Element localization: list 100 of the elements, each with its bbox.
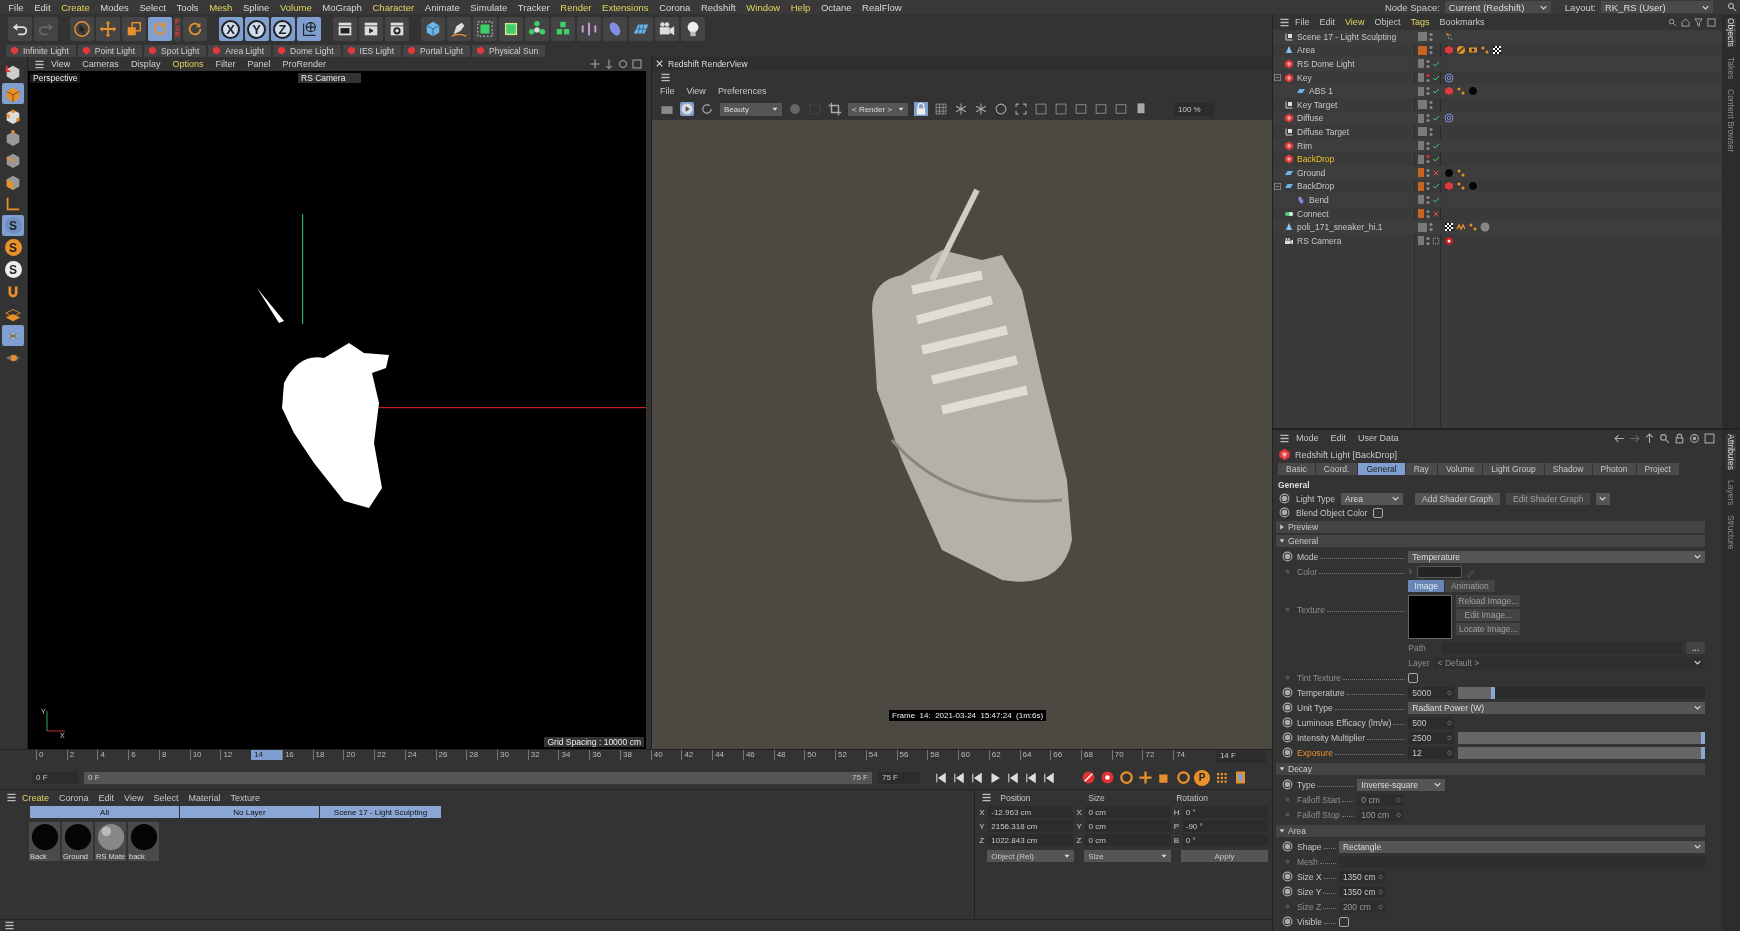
- menu-item[interactable]: Edit: [28, 1, 56, 13]
- menu-item[interactable]: Volume: [274, 1, 317, 13]
- material-menu-item[interactable]: Edit: [93, 793, 120, 803]
- attribute-tab[interactable]: Coord.: [1315, 463, 1358, 475]
- light-preset-button[interactable]: IES Light: [342, 44, 401, 57]
- viewport-menu-item[interactable]: Display: [124, 59, 167, 69]
- attribute-tab[interactable]: Ray: [1405, 463, 1437, 475]
- render-view-menu-item[interactable]: File: [660, 86, 681, 96]
- start-frame-field[interactable]: 0 F: [32, 771, 78, 784]
- shader-graph-button[interactable]: Add Shader Graph: [1415, 492, 1500, 505]
- menu-item[interactable]: MoGraph: [317, 1, 368, 13]
- number-field[interactable]: 1350 cm: [1338, 870, 1385, 883]
- object-menu-item[interactable]: View: [1340, 17, 1370, 27]
- group-header[interactable]: General: [1276, 535, 1705, 547]
- object-menu-item[interactable]: Edit: [1314, 17, 1341, 27]
- light-preset-button[interactable]: Physical Sun: [472, 44, 546, 57]
- coordinate-field[interactable]: 0 °: [1182, 806, 1268, 819]
- menu-item[interactable]: Tools: [171, 1, 204, 13]
- attribute-tab[interactable]: Light Group: [1483, 463, 1544, 475]
- menu-item[interactable]: Redshift: [695, 1, 742, 13]
- material-menu-item[interactable]: Corona: [54, 793, 94, 803]
- key-pla-button[interactable]: P: [1194, 769, 1210, 786]
- aov-dropdown[interactable]: Beauty: [720, 102, 782, 116]
- object-name[interactable]: BackDrop: [1297, 181, 1335, 192]
- group-header[interactable]: Decay: [1276, 763, 1705, 775]
- object-name[interactable]: RS Dome Light: [1297, 59, 1355, 69]
- material-menu-item[interactable]: Material: [183, 793, 226, 803]
- material-menu-item[interactable]: View: [119, 793, 149, 803]
- side-tab[interactable]: Attributes: [1726, 434, 1736, 470]
- coordinate-field[interactable]: 0 cm: [1085, 806, 1171, 819]
- object-menu-item[interactable]: Object: [1369, 17, 1406, 27]
- object-name[interactable]: Diffuse Target: [1297, 126, 1350, 137]
- axis-lock-button[interactable]: X: [218, 17, 243, 41]
- menu-item[interactable]: File: [3, 1, 29, 13]
- object-name[interactable]: Key: [1297, 72, 1312, 83]
- object-name[interactable]: Diffuse: [1297, 113, 1324, 124]
- snap-button[interactable]: S: [2, 215, 24, 236]
- layer-filter-tab[interactable]: Scene 17 - Light Sculpting: [320, 806, 442, 819]
- viewport-menu-item[interactable]: Filter: [209, 59, 242, 69]
- attribute-tab[interactable]: Photon: [1592, 463, 1636, 475]
- object-name[interactable]: ABS 1: [1309, 86, 1334, 97]
- menu-item[interactable]: Mesh: [203, 1, 238, 13]
- object-name[interactable]: Connect: [1297, 208, 1329, 219]
- menu-item[interactable]: Render: [555, 1, 597, 13]
- viewport-menu-item[interactable]: ProRender: [276, 59, 332, 69]
- side-tab[interactable]: Layers: [1726, 479, 1736, 506]
- number-field[interactable]: 12: [1408, 746, 1455, 759]
- object-name[interactable]: RS Camera: [1297, 235, 1342, 246]
- attributes-menu-item[interactable]: Mode: [1290, 433, 1325, 443]
- object-menu-item[interactable]: Tags: [1405, 17, 1435, 27]
- menu-item[interactable]: RealFlow: [856, 1, 907, 13]
- menu-item[interactable]: Character: [367, 1, 420, 13]
- number-field[interactable]: 5000: [1408, 686, 1455, 699]
- object-menu-item[interactable]: Bookmarks: [1434, 17, 1490, 27]
- mode-dropdown[interactable]: Object (Rel): [987, 850, 1075, 863]
- axis-lock-button[interactable]: Y: [244, 17, 269, 41]
- menu-item[interactable]: Animate: [419, 1, 465, 13]
- menu-item[interactable]: Create: [55, 1, 95, 13]
- group-header[interactable]: Preview: [1276, 521, 1705, 533]
- layer-filter-tab[interactable]: No Layer: [180, 806, 320, 819]
- menu-item[interactable]: Select: [134, 1, 172, 13]
- light-preset-button[interactable]: Spot Light: [144, 44, 207, 57]
- current-frame-field[interactable]: 14 F: [1215, 750, 1266, 763]
- menu-item[interactable]: Extensions: [596, 1, 654, 13]
- light-type-dropdown[interactable]: Area: [1341, 492, 1404, 505]
- material-menu-item[interactable]: Select: [148, 793, 184, 803]
- coordinate-field[interactable]: -90 °: [1182, 820, 1268, 833]
- object-name[interactable]: Area: [1297, 45, 1315, 56]
- mode-dropdown[interactable]: Size: [1084, 850, 1172, 863]
- attribute-tab[interactable]: Basic: [1278, 463, 1315, 475]
- group-header[interactable]: Area: [1276, 825, 1705, 837]
- render-view-menu-item[interactable]: View: [686, 86, 712, 96]
- light-preset-button[interactable]: Portal Light: [403, 44, 470, 57]
- coordinate-field[interactable]: 0 cm: [1085, 834, 1171, 847]
- light-preset-button[interactable]: Point Light: [77, 44, 142, 57]
- object-name[interactable]: Bend: [1309, 194, 1329, 205]
- viewport-menu-item[interactable]: Cameras: [76, 59, 125, 69]
- object-menu-item[interactable]: File: [1290, 17, 1315, 27]
- object-name[interactable]: Rim: [1297, 140, 1313, 151]
- viewport-menu-item[interactable]: Panel: [241, 59, 277, 69]
- layout-dropdown[interactable]: RK_RS (User): [1601, 1, 1713, 13]
- menu-item[interactable]: Simulate: [464, 1, 513, 13]
- material-menu-item[interactable]: Texture: [225, 793, 265, 803]
- viewport-menu-item[interactable]: Options: [166, 59, 210, 69]
- viewport-menu-item[interactable]: View: [45, 59, 77, 69]
- apply-button[interactable]: Apply: [1181, 850, 1268, 863]
- value-dropdown[interactable]: Rectangle: [1338, 840, 1705, 853]
- axis-lock-button[interactable]: Z: [270, 17, 295, 41]
- value-dropdown[interactable]: Radiant Power (W): [1408, 701, 1705, 714]
- menu-item[interactable]: Help: [785, 1, 816, 13]
- side-tab[interactable]: Objects: [1726, 18, 1736, 47]
- attribute-tab[interactable]: General: [1358, 463, 1405, 475]
- attributes-menu-item[interactable]: Edit: [1324, 433, 1353, 443]
- object-name[interactable]: BackDrop: [1297, 154, 1335, 165]
- attribute-tab[interactable]: Project: [1636, 463, 1680, 475]
- node-space-dropdown[interactable]: Current (Redshift): [1444, 1, 1551, 13]
- layer-filter-tab[interactable]: All: [30, 806, 180, 819]
- menu-item[interactable]: Window: [741, 1, 786, 13]
- coordinate-field[interactable]: 1022.843 cm: [988, 834, 1074, 847]
- menu-item[interactable]: Modes: [95, 1, 135, 13]
